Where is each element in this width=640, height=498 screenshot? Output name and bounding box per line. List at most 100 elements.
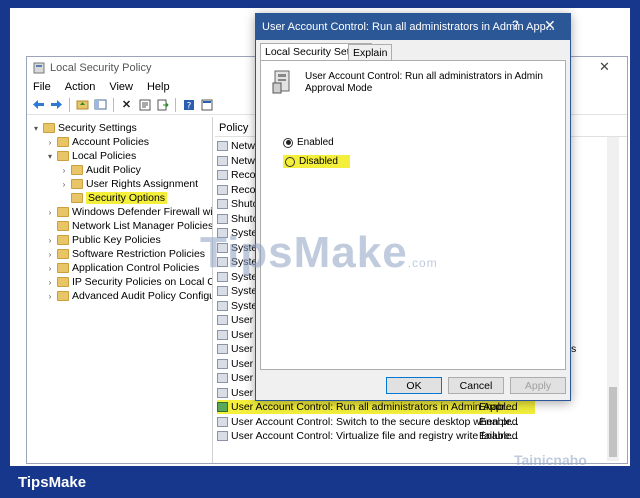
up-folder-icon[interactable]	[75, 98, 90, 112]
policy-row[interactable]: User Account Control: Virtualize file an…	[217, 429, 519, 443]
policy-row[interactable]: Syste	[217, 284, 257, 298]
tree-item[interactable]: › Windows Defender Firewall with Adva	[45, 205, 212, 219]
tree-item-label: User Rights Assignment	[86, 178, 199, 190]
policy-name: User Account Control: Virtualize file an…	[231, 430, 519, 442]
menu-file[interactable]: File	[33, 81, 51, 93]
folder-icon	[57, 291, 69, 301]
tree-item-label: Audit Policy	[86, 164, 141, 176]
policy-name: Syste	[231, 285, 258, 297]
policy-icon	[217, 329, 228, 340]
tree-item[interactable]: › Advanced Audit Policy Configuration	[45, 289, 212, 303]
tree-item-label: Public Key Policies	[72, 234, 161, 246]
tree-item[interactable]: › Software Restriction Policies	[45, 247, 205, 261]
console-icon[interactable]	[199, 98, 214, 112]
enabled-radio[interactable]: Enabled	[283, 137, 334, 148]
policy-row[interactable]: Shuto	[217, 212, 258, 226]
disabled-radio-label: Disabled	[299, 156, 338, 167]
policy-row[interactable]: User Account Control: Switch to the secu…	[217, 415, 519, 429]
main-window-title: Local Security Policy	[50, 62, 152, 74]
scrollbar-thumb[interactable]	[609, 387, 617, 457]
menu-help[interactable]: Help	[147, 81, 170, 93]
tree-item-label: Application Control Policies	[72, 262, 200, 274]
policy-icon	[217, 199, 228, 209]
help-icon[interactable]: ?	[181, 98, 196, 112]
policy-name: Syste	[231, 299, 258, 312]
tree-item[interactable]: ▾ Local Policies	[45, 149, 136, 163]
chevron-right-icon[interactable]: ›	[45, 208, 55, 217]
policy-icon	[217, 213, 228, 224]
dialog-help-icon[interactable]: ?	[512, 18, 519, 32]
menu-view[interactable]: View	[109, 81, 133, 93]
back-arrow-icon[interactable]	[31, 98, 46, 112]
export-list-icon[interactable]	[155, 98, 170, 112]
tab-explain[interactable]: Explain	[348, 44, 393, 60]
policy-row[interactable]: Reco	[217, 183, 256, 197]
policy-name: User Account Control: Run all administra…	[231, 401, 514, 413]
policy-icon	[217, 358, 228, 369]
properties-icon[interactable]	[137, 98, 152, 112]
policy-row[interactable]: Netw	[217, 154, 255, 168]
policy-row[interactable]: Netw	[217, 139, 255, 153]
svg-text:?: ?	[186, 101, 191, 111]
chevron-right-icon[interactable]: ›	[45, 236, 55, 245]
tree-pane: ▾ Security Settings › Account Policies ▾ Loca…	[27, 117, 213, 463]
chevron-right-icon[interactable]: ›	[45, 138, 55, 147]
policy-row[interactable]: Syste	[217, 299, 257, 313]
policy-icon	[217, 344, 228, 354]
policy-setting: s	[571, 343, 577, 355]
disabled-radio[interactable]: Disabled	[283, 155, 350, 168]
uac-policy-dialog: User Account Control: Run all administra…	[255, 13, 571, 401]
enabled-radio-dot[interactable]	[283, 137, 293, 148]
policy-name: User Account Control: Switch to the secu…	[231, 415, 519, 428]
folder-icon	[57, 235, 69, 245]
chevron-down-icon[interactable]: ▾	[31, 124, 41, 133]
policy-row[interactable]: Shuto	[217, 197, 258, 211]
menu-action[interactable]: Action	[65, 81, 96, 93]
watermark-suffix: .com	[407, 256, 438, 270]
policy-row[interactable]: Reco	[217, 168, 256, 182]
tree-item[interactable]: › Audit Policy	[59, 163, 141, 177]
chevron-right-icon[interactable]: ›	[45, 278, 55, 287]
main-close-icon[interactable]: ✕	[599, 59, 610, 75]
show-hide-tree-icon[interactable]	[93, 98, 108, 112]
chevron-right-icon[interactable]: ›	[45, 250, 55, 259]
tree-item[interactable]: › Public Key Policies	[45, 233, 161, 247]
policy-icon	[217, 373, 228, 383]
tree-item[interactable]: › IP Security Policies on Local Compute	[45, 275, 212, 289]
tree-item[interactable]: › Application Control Policies	[45, 261, 200, 275]
folder-icon	[57, 277, 69, 287]
enabled-radio-label: Enabled	[297, 137, 334, 148]
ok-button[interactable]: OK	[386, 377, 442, 394]
delete-x-icon[interactable]: ✕	[119, 98, 134, 112]
cancel-button[interactable]: Cancel	[448, 377, 504, 394]
tree-item-label: Local Policies	[72, 150, 137, 162]
toolbar-separator	[175, 97, 176, 112]
tree-item-label: Advanced Audit Policy Configuration	[72, 290, 212, 302]
tree-item[interactable]: › Account Policies	[45, 135, 149, 149]
tab-panel: User Account Control: Run all administra…	[260, 60, 566, 370]
forward-arrow-icon[interactable]	[49, 98, 64, 112]
watermark: TipsMake.com	[200, 228, 438, 278]
policy-icon	[217, 300, 228, 311]
folder-icon	[57, 207, 69, 217]
tree-item[interactable]: › User Rights Assignment	[59, 177, 198, 191]
tree-item-label: Network List Manager Policies	[72, 220, 213, 232]
chevron-right-icon[interactable]: ›	[59, 180, 69, 189]
chevron-right-icon[interactable]: ›	[45, 264, 55, 273]
folder-icon	[57, 151, 69, 161]
chevron-down-icon[interactable]: ▾	[45, 152, 55, 161]
folder-icon	[71, 193, 83, 203]
tree-item[interactable]: ▾ Security Settings	[31, 121, 137, 135]
disabled-radio-dot[interactable]	[285, 156, 295, 167]
apply-button[interactable]: Apply	[510, 377, 566, 394]
dialog-close-icon[interactable]: ✕	[544, 17, 556, 34]
policy-icon	[217, 155, 228, 166]
policy-icon	[217, 184, 228, 195]
policy-row[interactable]: User Account Control: Run all administra…	[217, 400, 535, 414]
tree-item[interactable]: Network List Manager Policies	[45, 219, 213, 233]
tree-item[interactable]: Security Options	[59, 191, 168, 205]
chevron-right-icon[interactable]: ›	[45, 292, 55, 301]
policy-name: Reco	[231, 169, 256, 181]
toolbar-separator	[113, 97, 114, 112]
chevron-right-icon[interactable]: ›	[59, 166, 69, 175]
